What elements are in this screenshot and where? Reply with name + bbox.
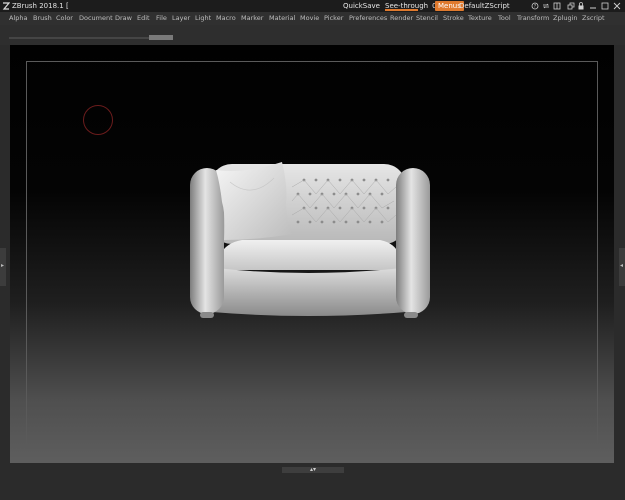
menu-item-tool[interactable]: Tool	[498, 12, 511, 25]
swap-icon[interactable]	[542, 2, 550, 10]
title-bar: ZBrush 2018.1 [ QuickSave See-through0 M…	[0, 0, 625, 12]
menu-item-zplugin[interactable]: Zplugin	[553, 12, 578, 25]
menu-item-render[interactable]: Render	[390, 12, 413, 25]
bottom-tray-handle[interactable]: ▴▾	[282, 467, 344, 473]
help-icon[interactable]: ?	[531, 2, 539, 10]
menu-item-draw[interactable]: Draw	[115, 12, 132, 25]
tray-arrow-icon: ◂	[620, 262, 624, 269]
top-shelf	[0, 25, 625, 45]
canvas-viewport[interactable]	[10, 45, 614, 463]
main-menu-bar: Alpha Brush Color Document Draw Edit Fil…	[0, 12, 625, 25]
menu-item-macro[interactable]: Macro	[216, 12, 236, 25]
menu-item-movie[interactable]: Movie	[300, 12, 319, 25]
sofa-right-arm	[396, 168, 430, 314]
menu-item-color[interactable]: Color	[56, 12, 73, 25]
menu-item-preferences[interactable]: Preferences	[349, 12, 387, 25]
sofa-base	[212, 268, 406, 316]
restore-icon[interactable]	[567, 2, 575, 10]
sofa-pillow	[216, 162, 292, 240]
menu-item-alpha[interactable]: Alpha	[9, 12, 27, 25]
maximize-icon[interactable]	[601, 2, 609, 10]
sofa-left-foot	[200, 312, 214, 318]
see-through-track	[385, 9, 418, 11]
menu-item-marker[interactable]: Marker	[241, 12, 263, 25]
menu-item-file[interactable]: File	[156, 12, 167, 25]
brush-cursor	[83, 105, 113, 135]
menu-item-zscript[interactable]: Zscript	[582, 12, 605, 25]
menu-item-picker[interactable]: Picker	[324, 12, 343, 25]
left-tray-handle[interactable]: ▸	[0, 248, 6, 286]
close-icon[interactable]	[613, 2, 621, 10]
see-through-slider[interactable]: See-through0	[385, 0, 437, 12]
lock-icon[interactable]	[577, 2, 585, 10]
tray-arrow-icon: ▴▾	[309, 466, 317, 473]
minimize-icon[interactable]	[589, 2, 597, 10]
menu-item-material[interactable]: Material	[269, 12, 295, 25]
zbrush-logo-icon	[2, 2, 10, 10]
menu-item-brush[interactable]: Brush	[33, 12, 52, 25]
menu-item-transform[interactable]: Transform	[517, 12, 549, 25]
menu-item-edit[interactable]: Edit	[137, 12, 150, 25]
right-tray-handle[interactable]: ◂	[619, 248, 625, 286]
layout-icon[interactable]	[553, 2, 561, 10]
shelf-scrollbar-thumb[interactable]	[149, 35, 173, 40]
menu-item-stencil[interactable]: Stencil	[416, 12, 438, 25]
sofa-left-arm	[190, 168, 224, 314]
menu-item-stroke[interactable]: Stroke	[443, 12, 464, 25]
default-zscript-button[interactable]: DefaultZScript	[459, 0, 510, 12]
sofa-seat-cushion	[216, 240, 402, 270]
sofa-model[interactable]	[182, 160, 434, 322]
menu-item-document[interactable]: Document	[79, 12, 113, 25]
bottom-tray: ▴▾	[0, 463, 625, 500]
tray-arrow-icon: ▸	[1, 262, 5, 269]
menu-item-light[interactable]: Light	[195, 12, 211, 25]
sofa-right-foot	[404, 312, 418, 318]
app-title: ZBrush 2018.1 [	[12, 2, 69, 10]
menu-item-layer[interactable]: Layer	[172, 12, 190, 25]
menu-item-texture[interactable]: Texture	[468, 12, 492, 25]
quicksave-button[interactable]: QuickSave	[343, 0, 380, 12]
